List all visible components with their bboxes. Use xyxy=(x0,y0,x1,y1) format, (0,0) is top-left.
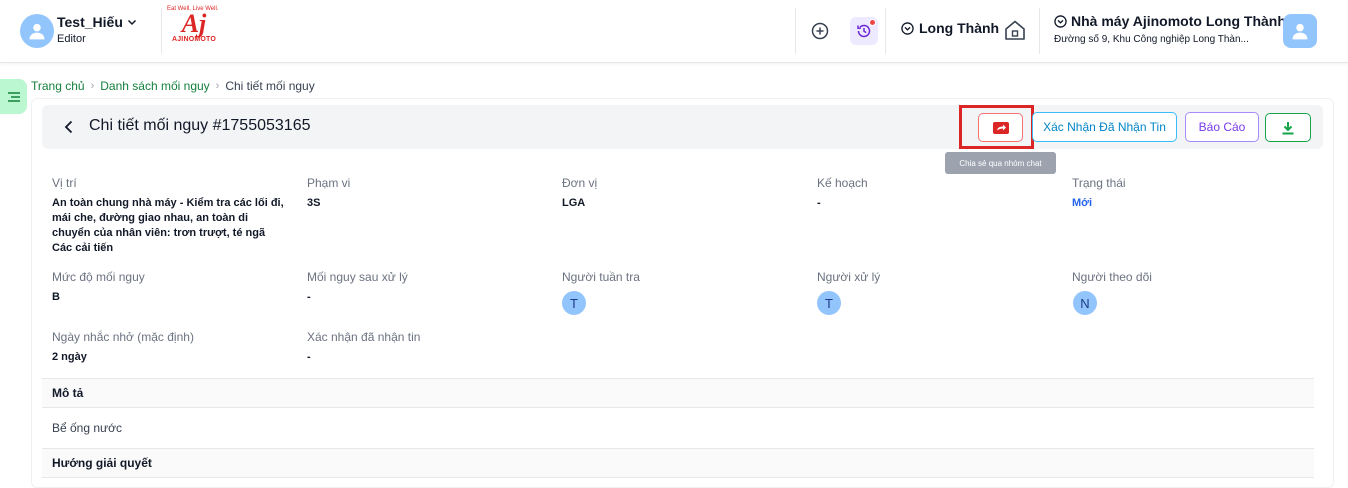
follower-label: Người theo dõi xyxy=(1072,270,1152,284)
chevron-left-icon xyxy=(64,120,73,134)
brand-logo: Eat Well, Live Well. Aj AJINOMOTO xyxy=(167,6,227,52)
unit-label: Đơn vị xyxy=(562,176,598,190)
report-button[interactable]: Báo Cáo xyxy=(1185,112,1259,142)
area-name: Long Thành xyxy=(919,20,1000,36)
reminder-value: 2 ngày xyxy=(52,351,87,363)
description-value: Bể ống nước xyxy=(52,421,122,435)
breadcrumb-separator-icon: › xyxy=(215,80,220,92)
logo-mark: Aj xyxy=(181,9,207,38)
detail-card xyxy=(31,98,1334,488)
history-button[interactable] xyxy=(850,17,878,45)
scope-value: 3S xyxy=(307,197,321,209)
chevron-down-icon xyxy=(127,19,136,26)
confirm-received-button[interactable]: Xác Nhận Đã Nhận Tin xyxy=(1032,112,1177,142)
after-handling-label: Mối nguy sau xử lý xyxy=(307,270,408,284)
plan-label: Kế hoạch xyxy=(817,176,868,190)
breadcrumb: Trang chủ › Danh sách mối nguy › Chi tiế… xyxy=(31,79,315,93)
breadcrumb-home[interactable]: Trang chủ xyxy=(31,79,85,93)
factory-avatar[interactable] xyxy=(1283,14,1317,48)
user-avatar[interactable] xyxy=(20,14,54,48)
factory-address: Đường số 9, Khu Công nghiệp Long Thàn... xyxy=(1054,34,1249,45)
breadcrumb-separator-icon: › xyxy=(90,80,95,92)
unit-value: LGA xyxy=(562,197,586,209)
user-role: Editor xyxy=(57,33,86,45)
page-title: Chi tiết mối nguy #1755053165 xyxy=(89,117,311,134)
severity-value: B xyxy=(52,291,60,303)
solution-header: Hướng giải quyết xyxy=(42,448,1314,478)
follower-avatar[interactable]: N xyxy=(1073,291,1097,315)
description-header: Mô tả xyxy=(42,378,1314,408)
handler-label: Người xử lý xyxy=(817,270,881,284)
breadcrumb-list[interactable]: Danh sách mối nguy xyxy=(100,79,209,93)
header-divider xyxy=(1039,8,1040,54)
header-divider xyxy=(885,8,886,54)
menu-icon xyxy=(7,91,20,102)
share-tooltip: Chia sẻ qua nhóm chat xyxy=(945,152,1056,174)
patrol-label: Người tuần tra xyxy=(562,270,640,284)
factory-name: Nhà máy Ajinomoto Long Thành xyxy=(1071,13,1286,29)
user-icon xyxy=(1292,23,1308,40)
user-icon xyxy=(29,23,45,40)
plus-circle-icon xyxy=(811,22,829,40)
area-selector[interactable]: Long Thành xyxy=(901,20,999,36)
status-label: Trạng thái xyxy=(1072,176,1126,190)
home-button[interactable] xyxy=(1003,18,1027,47)
ack-label: Xác nhận đã nhận tin xyxy=(307,330,421,344)
user-menu[interactable]: Test_Hiếu xyxy=(57,14,137,30)
header-divider xyxy=(161,8,162,54)
after-handling-value: - xyxy=(307,291,311,303)
home-icon xyxy=(1005,20,1025,40)
patrol-avatar[interactable]: T xyxy=(562,291,586,315)
header-divider xyxy=(795,8,796,54)
factory-selector[interactable]: Nhà máy Ajinomoto Long Thành xyxy=(1054,13,1286,29)
chevron-down-circle-icon xyxy=(1054,14,1067,28)
location-label: Vị trí xyxy=(52,176,77,190)
location-value: An toàn chung nhà máy - Kiểm tra các lối… xyxy=(52,197,284,254)
user-name: Test_Hiếu xyxy=(57,14,123,30)
download-icon xyxy=(1282,121,1294,134)
logo-wordmark: AJINOMOTO xyxy=(171,36,217,43)
top-header: Test_Hiếu Editor Eat Well, Live Well. Aj… xyxy=(0,0,1348,63)
share-chat-button[interactable] xyxy=(978,113,1023,142)
ack-value: - xyxy=(307,351,311,363)
scope-label: Phạm vi xyxy=(307,176,351,190)
plan-value: - xyxy=(817,197,821,209)
handler-avatar[interactable]: T xyxy=(817,291,841,315)
chevron-down-circle-icon xyxy=(901,21,914,35)
sidebar-toggle-button[interactable] xyxy=(0,79,27,114)
status-value: Mới xyxy=(1072,197,1093,209)
severity-label: Mức độ mối nguy xyxy=(52,270,145,284)
download-button[interactable] xyxy=(1265,113,1311,142)
reminder-label: Ngày nhắc nhở (mặc định) xyxy=(52,330,194,344)
breadcrumb-current: Chi tiết mối nguy xyxy=(225,79,315,93)
back-button[interactable] xyxy=(62,119,76,140)
share-screen-icon xyxy=(992,121,1009,134)
notification-dot xyxy=(869,19,876,26)
add-button[interactable] xyxy=(806,17,834,45)
